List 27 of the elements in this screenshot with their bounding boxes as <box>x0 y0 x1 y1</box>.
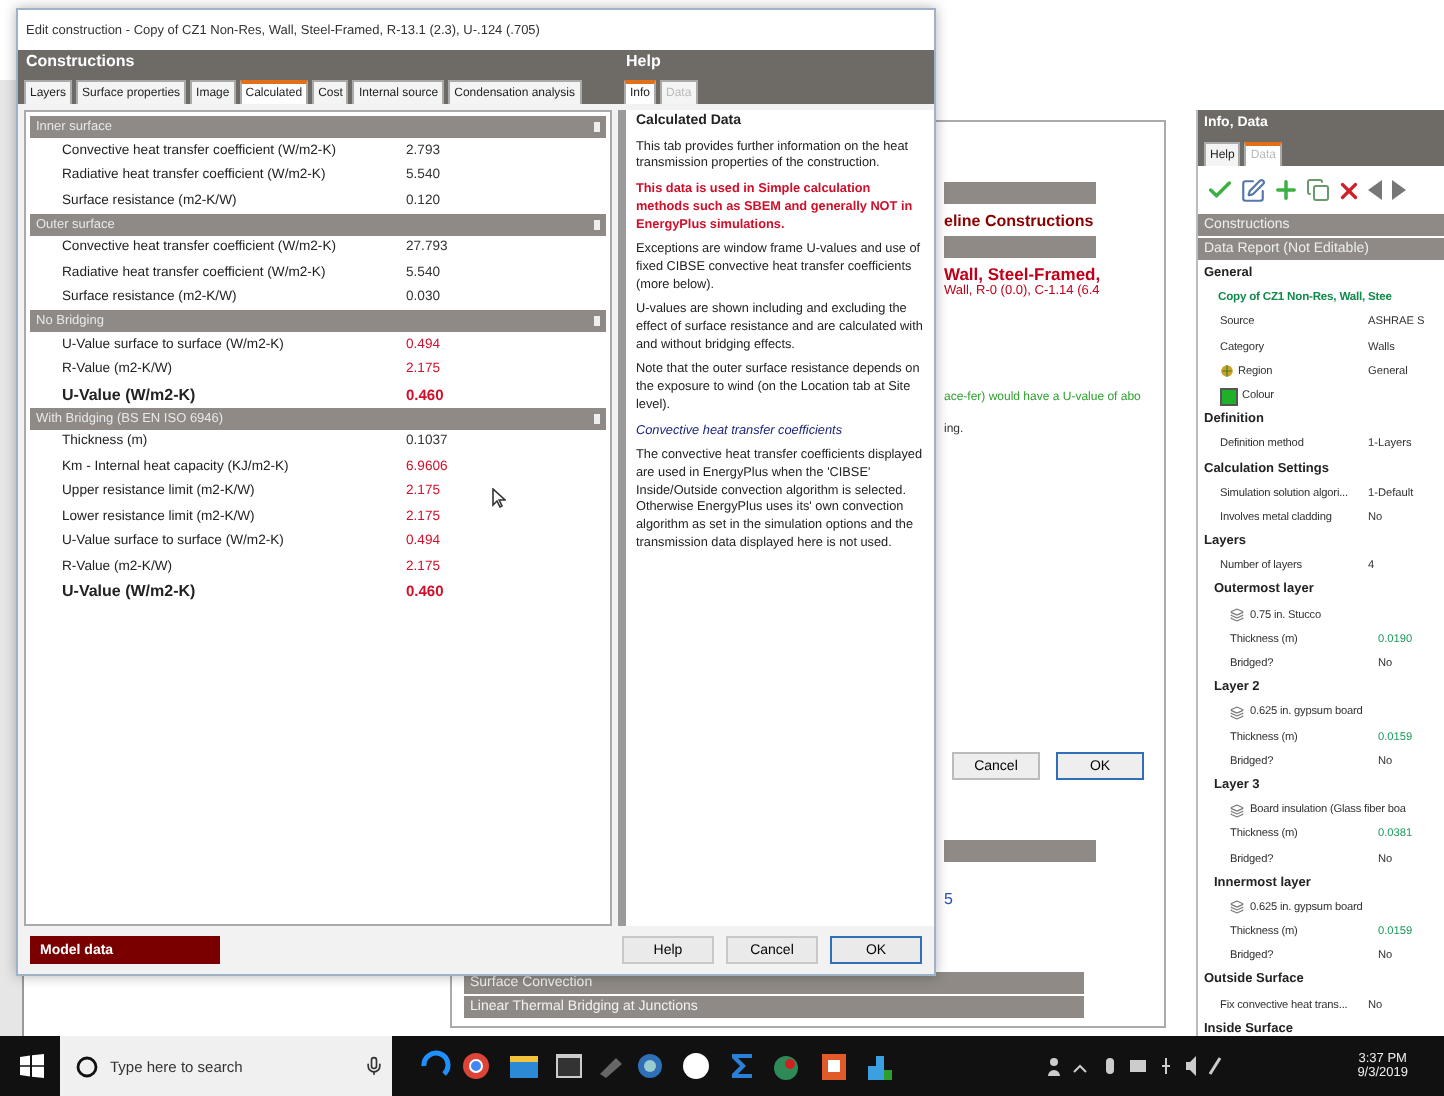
material-icon <box>1230 705 1244 720</box>
search-icon <box>76 1055 98 1077</box>
material-icon <box>1230 900 1244 915</box>
microphone-icon[interactable] <box>364 1056 384 1076</box>
panel-title: Constructions <box>18 50 618 74</box>
check-icon[interactable] <box>1206 176 1234 204</box>
collapse-icon <box>594 122 600 132</box>
material-icon <box>1230 803 1244 818</box>
panel-title: Help <box>618 50 934 74</box>
list-title: eline Constructions <box>944 212 1094 230</box>
property-label: U-Value (W/m2-K) <box>62 385 198 404</box>
list-item-title[interactable]: Wall, Steel-Framed, <box>944 264 1101 284</box>
collapse-icon <box>594 316 600 326</box>
count-text: 5 <box>944 890 953 908</box>
globe-icon <box>1220 364 1234 379</box>
collapse-icon <box>594 413 600 423</box>
next-icon[interactable] <box>1390 180 1406 200</box>
copy-icon[interactable] <box>1306 178 1330 202</box>
plus-icon[interactable] <box>1272 176 1300 204</box>
material-icon <box>1230 608 1244 623</box>
property-label: U-Value (W/m2-K) <box>62 582 198 601</box>
edit-icon[interactable] <box>1240 177 1266 203</box>
windows-logo-icon[interactable] <box>20 1054 44 1078</box>
mouse-cursor-icon <box>492 488 506 508</box>
previous-icon[interactable] <box>1368 180 1384 200</box>
collapse-icon <box>594 219 600 229</box>
delete-icon[interactable] <box>1336 177 1362 203</box>
